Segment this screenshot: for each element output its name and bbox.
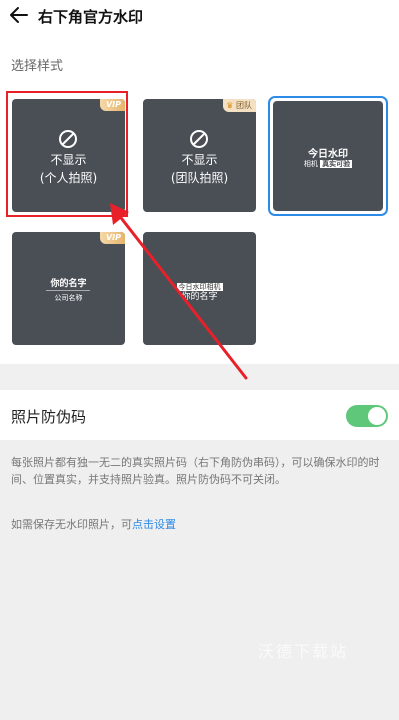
back-arrow-icon[interactable] <box>8 4 30 26</box>
section-divider <box>0 364 399 390</box>
style-option-none-team[interactable]: ♛ 团队 不显示 (团队拍照) <box>143 99 256 212</box>
tile-subtitle: 公司名称 <box>54 294 83 302</box>
style-option-name-company[interactable]: VIP 你的名字 公司名称 <box>12 232 125 345</box>
toggle-knob <box>368 407 386 425</box>
tile-title: 不显示 <box>181 153 218 167</box>
highlight-frame <box>6 91 128 217</box>
header-bar: 右下角官方水印 <box>0 0 399 34</box>
team-badge-label: 团队 <box>236 101 252 110</box>
divider <box>46 290 90 291</box>
ban-icon <box>190 130 208 148</box>
tile-subtitle: 相机 <box>303 160 318 168</box>
team-badge: ♛ 团队 <box>223 99 256 112</box>
save-hint-text: 如需保存无水印照片，可 <box>11 518 132 531</box>
antifake-row: 照片防伪码 <box>0 390 399 440</box>
style-option-today-watermark[interactable]: 今日水印 相机 真实可验 <box>273 101 383 211</box>
antifake-toggle[interactable] <box>346 405 388 427</box>
tile-subtitle-row: 相机 真实可验 <box>273 159 383 169</box>
settings-link[interactable]: 点击设置 <box>132 518 176 531</box>
style-option-camera-name[interactable]: 今日水印相机 你的名字 <box>143 232 256 345</box>
antifake-label: 照片防伪码 <box>11 408 87 426</box>
site-watermark: 沃德下载站 <box>258 642 349 661</box>
verify-chip: 真实可验 <box>320 160 353 168</box>
section-label: 选择样式 <box>11 59 64 74</box>
tile-title: 今日水印 <box>308 149 348 160</box>
info-area: 每张照片都有独一无二的真实照片码（右下角防伪串码），可以确保水印的时间、位置真实… <box>0 440 399 720</box>
vip-badge: VIP <box>99 232 125 244</box>
page-title: 右下角官方水印 <box>38 8 144 26</box>
save-hint: 如需保存无水印照片，可点击设置 <box>11 516 176 532</box>
tile-title: 你的名字 <box>50 279 87 289</box>
tile-subtitle: 你的名字 <box>181 292 218 302</box>
antifake-description: 每张照片都有独一无二的真实照片码（右下角防伪串码），可以确保水印的时间、位置真实… <box>11 456 380 486</box>
tile-subtitle: (团队拍照) <box>170 171 229 185</box>
crown-icon: ♛ <box>226 101 234 110</box>
